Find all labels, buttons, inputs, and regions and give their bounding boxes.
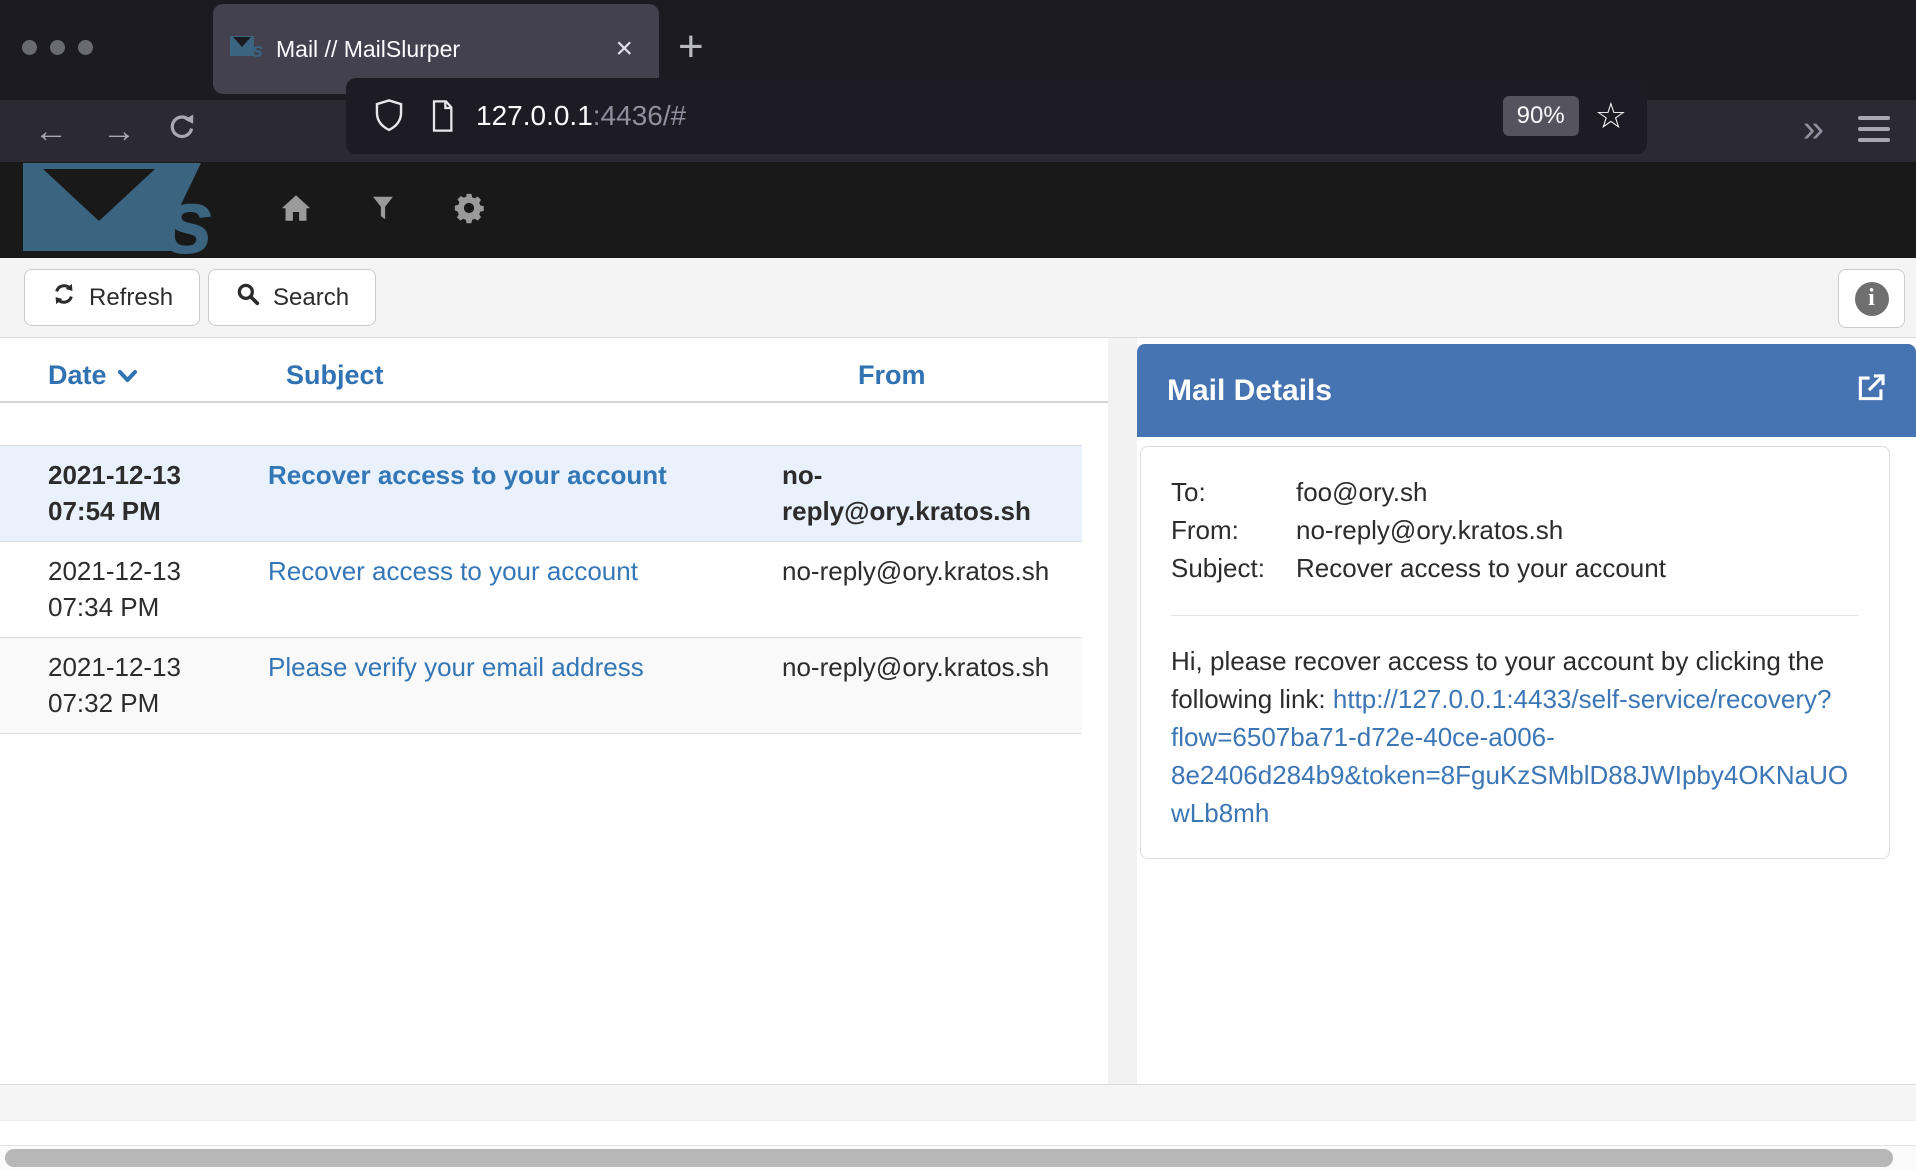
from-value: no-reply@ory.kratos.sh [1296,511,1859,549]
mail-date: 2021-12-13 07:54 PM [0,457,268,529]
settings-gear-icon[interactable] [452,191,486,230]
mail-row[interactable]: 2021-12-13 07:32 PM Please verify your e… [0,638,1082,734]
mail-details-title: Mail Details [1167,374,1854,408]
refresh-button[interactable]: Refresh [24,269,200,326]
search-button[interactable]: Search [208,269,376,326]
column-header-from[interactable]: From [782,360,1108,401]
action-toolbar: Refresh Search i [0,258,1916,338]
detail-to-row: To: foo@ory.sh [1171,473,1859,511]
window-dot-icon[interactable] [22,40,37,55]
mail-body: Hi, please recover access to your accoun… [1171,642,1859,832]
svg-text:s: s [252,40,262,60]
forward-icon[interactable]: → [102,114,136,148]
filter-icon[interactable] [368,192,398,229]
tab-close-icon[interactable]: × [609,34,639,64]
info-icon: i [1855,282,1889,316]
from-label: From: [1171,511,1296,549]
bookmark-star-icon[interactable]: ☆ [1595,98,1627,134]
main-content: Date Subject From 2021-12-13 07:54 PM Re… [0,338,1916,1085]
window-dot-icon[interactable] [50,40,65,55]
detail-subject-row: Subject: Recover access to your account [1171,549,1859,587]
page-info-icon[interactable] [426,97,458,135]
sort-chevron-down-icon [117,369,138,383]
mail-details-header: Mail Details [1137,344,1916,437]
column-header-date[interactable]: Date [0,360,268,401]
home-icon[interactable] [278,191,314,230]
horizontal-scrollbar[interactable] [0,1145,1916,1170]
subject-value: Recover access to your account [1296,549,1859,587]
mailslurper-header: s [0,162,1916,258]
mail-date: 2021-12-13 07:34 PM [0,553,268,625]
mail-details-card: To: foo@ory.sh From: no-reply@ory.kratos… [1140,446,1890,859]
bottom-white-band [0,1121,1916,1145]
mail-from: no-reply@ory.kratos.sh [782,649,1082,721]
window-controls[interactable] [22,40,93,55]
mail-row[interactable]: 2021-12-13 07:34 PM Recover access to yo… [0,542,1082,638]
tab-title: Mail // MailSlurper [276,36,609,63]
mail-row[interactable]: 2021-12-13 07:54 PM Recover access to yo… [0,445,1082,542]
refresh-icon [51,281,77,314]
info-button[interactable]: i [1838,269,1905,328]
url-path: :4436/# [593,100,686,131]
mail-list: 2021-12-13 07:54 PM Recover access to yo… [0,445,1082,734]
svg-text:s: s [163,171,214,255]
mail-subject[interactable]: Please verify your email address [268,649,782,721]
mail-list-header: Date Subject From [0,338,1108,401]
reload-icon[interactable] [166,111,198,151]
back-icon[interactable]: ← [34,114,68,148]
url-bar[interactable]: 127.0.0.1:4436/# 90% ☆ [346,78,1647,154]
zoom-level-badge[interactable]: 90% [1503,96,1579,136]
to-value: foo@ory.sh [1296,473,1859,511]
mailslurper-logo: s [23,161,228,260]
mail-from: no-reply@ory.kratos.sh [782,457,1082,529]
header-divider [0,401,1108,403]
search-label: Search [273,284,349,312]
panel-divider [1108,338,1137,1084]
url-text[interactable]: 127.0.0.1:4436/# [476,100,1503,132]
subject-label: Subject: [1171,549,1296,587]
bottom-gray-band [0,1085,1916,1121]
mail-from: no-reply@ory.kratos.sh [782,553,1082,625]
scrollbar-thumb[interactable] [5,1149,1893,1167]
column-header-subject[interactable]: Subject [268,360,782,401]
mail-subject[interactable]: Recover access to your account [268,553,782,625]
mail-details-panel: Mail Details To: foo@ory.sh From: no-rep… [1137,338,1916,1084]
mail-list-panel: Date Subject From 2021-12-13 07:54 PM Re… [0,338,1108,1084]
url-host: 127.0.0.1 [476,100,593,131]
open-in-new-window-icon[interactable] [1854,371,1888,410]
new-tab-button[interactable]: + [678,22,704,72]
mail-date: 2021-12-13 07:32 PM [0,649,268,721]
shield-icon[interactable] [372,97,406,135]
to-label: To: [1171,473,1296,511]
overflow-menu-icon[interactable]: » [1803,108,1820,151]
app-menu-icon[interactable] [1858,116,1890,142]
mailslurper-favicon-icon: s [230,34,262,65]
search-icon [235,281,261,314]
refresh-label: Refresh [89,284,173,312]
window-dot-icon[interactable] [78,40,93,55]
card-divider [1171,615,1859,616]
detail-from-row: From: no-reply@ory.kratos.sh [1171,511,1859,549]
browser-navbar: ← → 127.0.0.1:4436/# 90% ☆ » [0,100,1916,162]
mail-subject[interactable]: Recover access to your account [268,457,782,529]
